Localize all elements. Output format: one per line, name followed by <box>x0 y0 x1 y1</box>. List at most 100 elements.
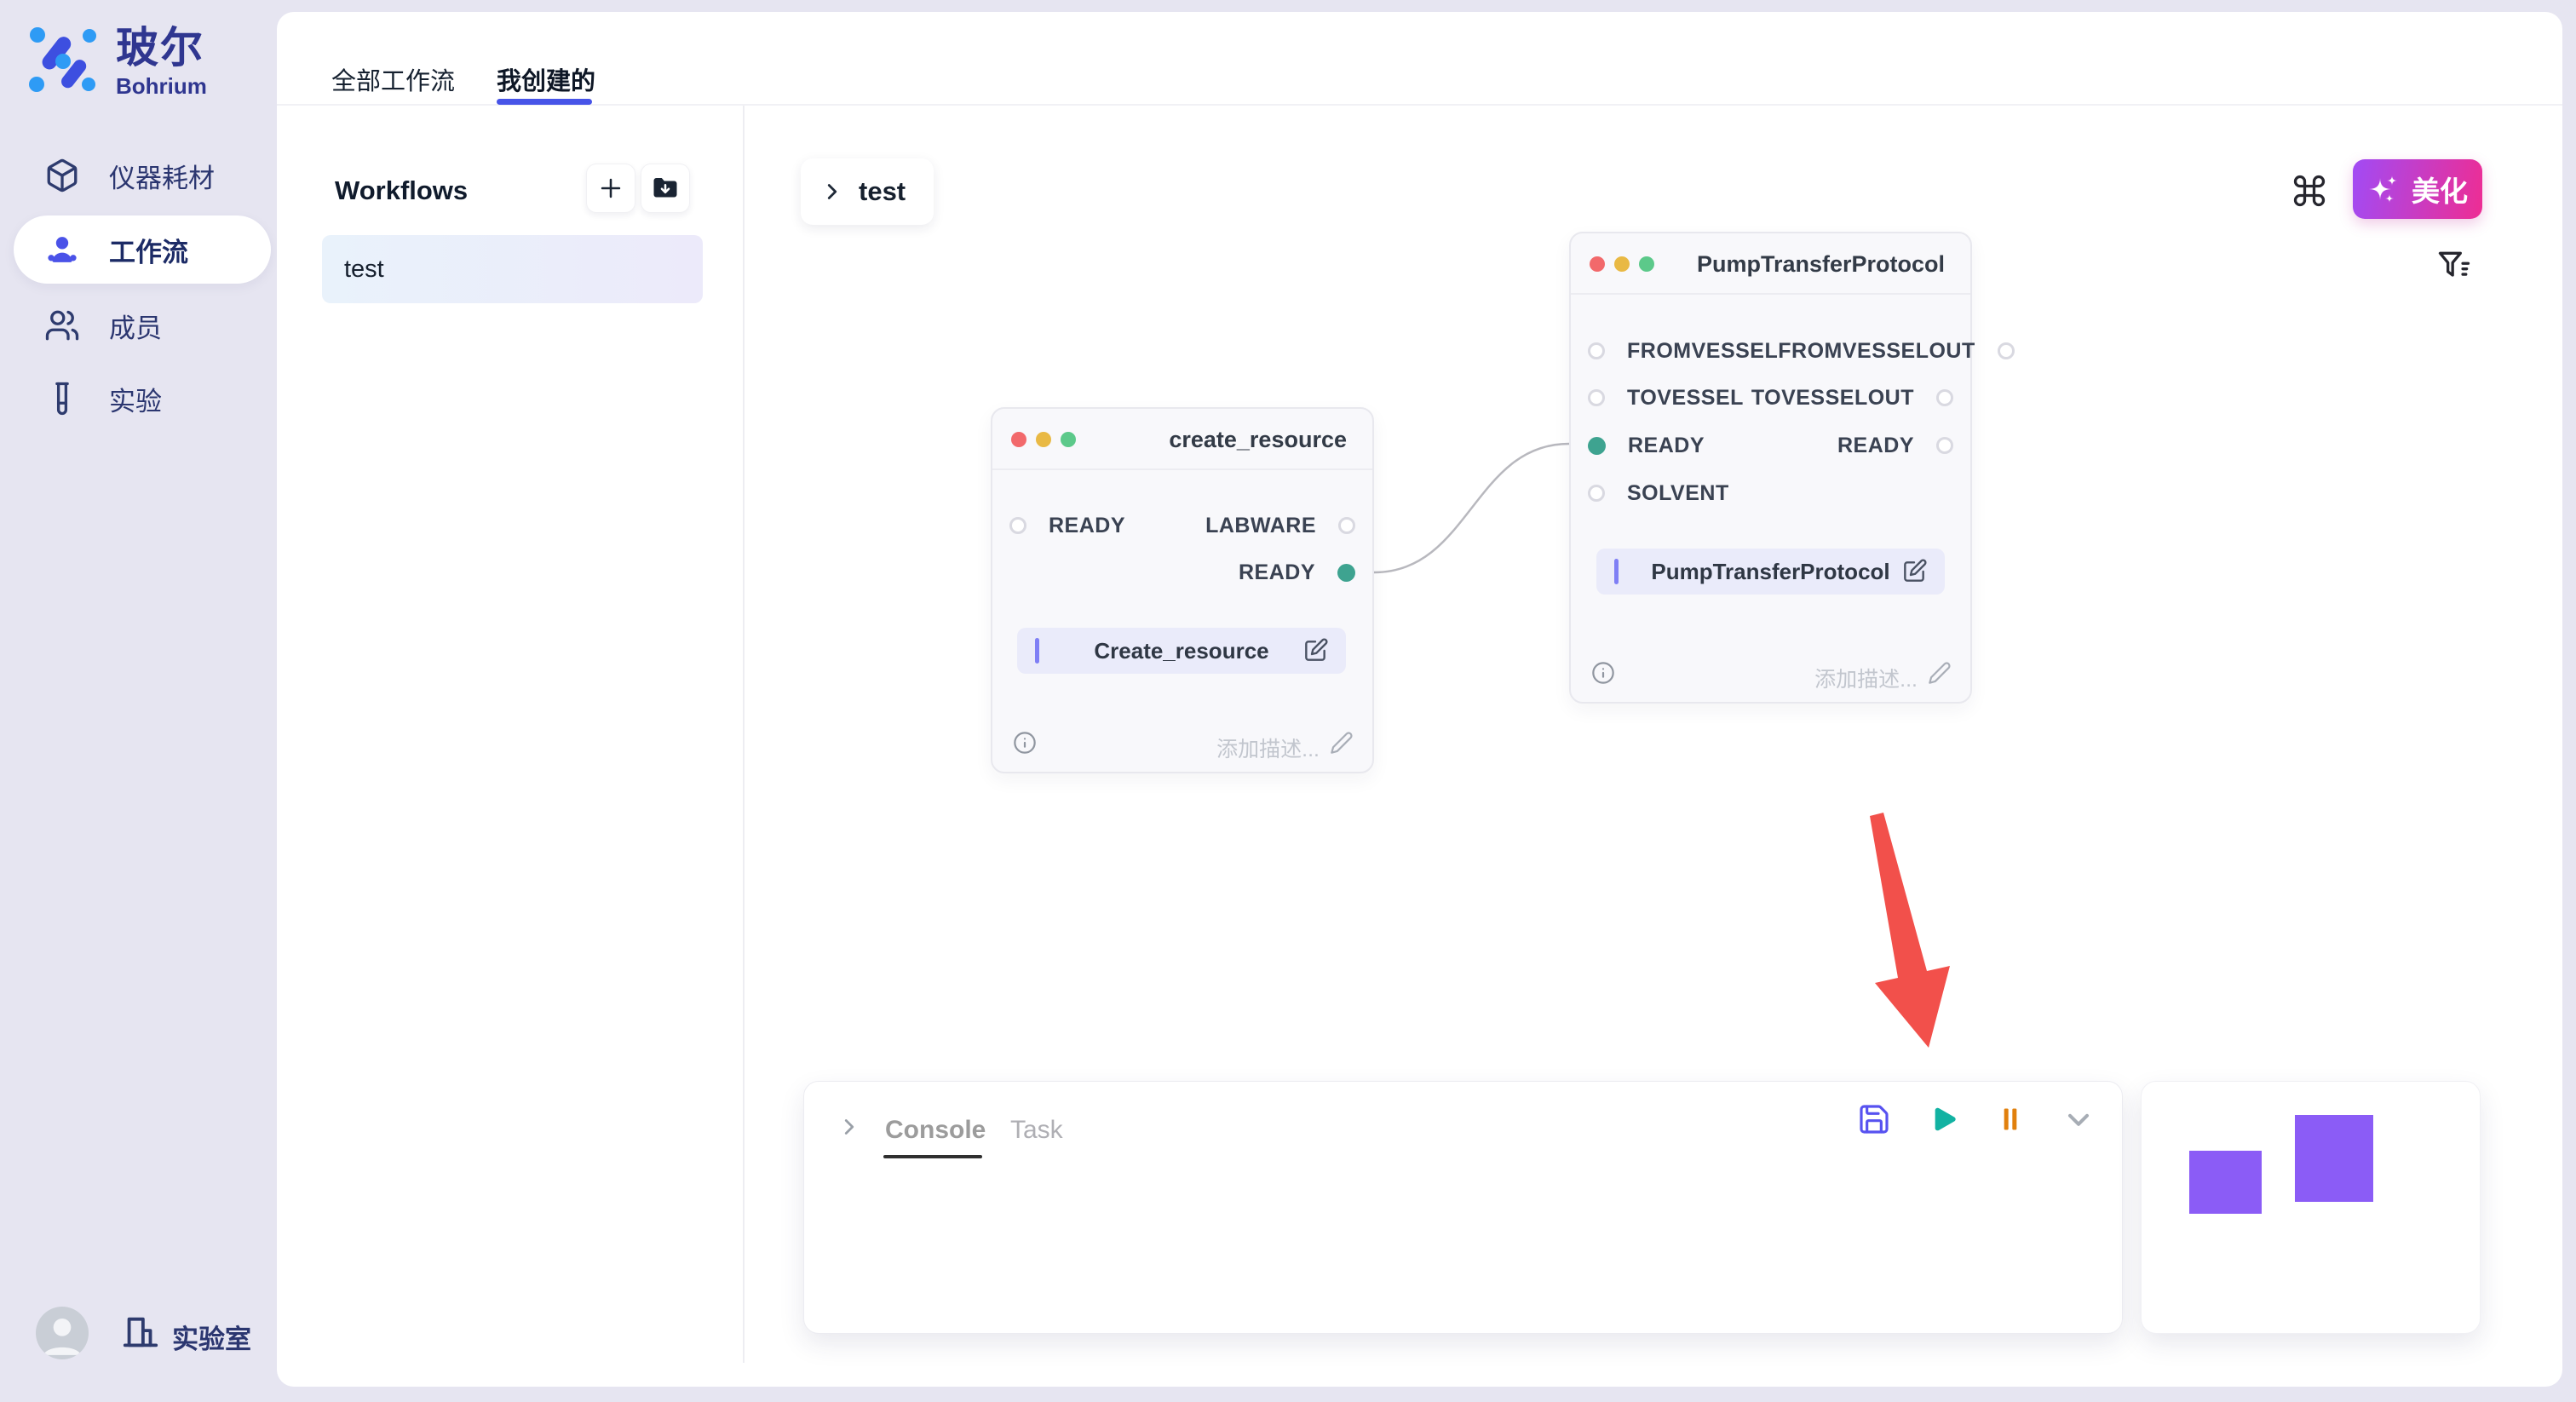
port-handle-icon[interactable] <box>1588 437 1606 455</box>
port-handle-icon[interactable] <box>1009 517 1026 534</box>
input-port-ready[interactable]: READY <box>1588 434 1705 458</box>
active-tab-underline <box>497 99 592 105</box>
description-placeholder[interactable]: 添加描述... <box>1814 663 1918 693</box>
workflow-list-item-test[interactable]: test <box>322 235 703 303</box>
bohrium-logo-icon <box>27 24 99 95</box>
output-port-labware[interactable]: LABWARE <box>1205 514 1355 538</box>
save-button[interactable] <box>1857 1102 1891 1136</box>
info-icon[interactable] <box>1591 661 1615 689</box>
minimap-node <box>2295 1115 2373 1202</box>
port-handle-icon[interactable] <box>1338 517 1355 534</box>
console-panel: Console Task <box>803 1081 2123 1334</box>
command-palette-button[interactable] <box>2291 172 2328 210</box>
workflow-item-name: test <box>344 256 384 284</box>
output-port-fromvesselout[interactable]: FROMVESSELOUT <box>1778 339 2015 364</box>
sidebar-item-label: 成员 <box>109 307 162 345</box>
port-label: TOVESSELOUT <box>1751 386 1914 411</box>
output-port-tovesselout[interactable]: TOVESSELOUT <box>1751 386 1953 411</box>
add-workflow-button[interactable] <box>586 164 635 213</box>
input-port-solvent[interactable]: SOLVENT <box>1588 481 1729 506</box>
save-icon <box>1857 1102 1891 1136</box>
node-header: create_resource <box>992 409 1372 470</box>
workflow-tabbar: 全部工作流 我创建的 <box>277 12 2562 106</box>
beautify-label: 美化 <box>2412 169 2468 210</box>
minimap-node <box>2189 1151 2262 1214</box>
sidebar: 玻尔 Bohrium 仪器耗材 工作流 <box>0 0 277 1402</box>
node-pump-transfer-protocol[interactable]: PumpTransferProtocol FROMVESSEL FROMVESS… <box>1569 232 1972 704</box>
sidebar-item-instruments[interactable]: 仪器耗材 <box>14 141 271 210</box>
tab-created-by-me[interactable]: 我创建的 <box>497 61 595 97</box>
node-action-pump-transfer[interactable]: PumpTransferProtocol <box>1596 549 1945 595</box>
workflow-list-panel: Workflows test <box>277 106 745 1363</box>
building-icon <box>121 1313 160 1357</box>
console-expand-chevron-icon[interactable] <box>837 1114 862 1144</box>
pause-button[interactable] <box>1993 1102 2027 1136</box>
sidebar-item-label: 工作流 <box>109 231 188 269</box>
node-footer: 添加描述... <box>992 719 1372 772</box>
main-content: 全部工作流 我创建的 Workflows test <box>277 12 2562 1387</box>
node-action-create-resource[interactable]: Create_resource <box>1017 628 1346 674</box>
workspace-label[interactable]: 实验室 <box>172 1318 251 1356</box>
import-folder-button[interactable] <box>641 164 690 213</box>
port-label: READY <box>1049 514 1125 538</box>
edit-icon[interactable] <box>1302 637 1329 669</box>
sidebar-footer: 实验室 <box>0 1307 277 1402</box>
port-handle-icon[interactable] <box>1588 342 1605 359</box>
chevron-right-icon <box>819 179 845 204</box>
text-caret <box>1614 559 1619 584</box>
sidebar-item-label: 仪器耗材 <box>109 157 215 195</box>
output-port-ready[interactable]: READY <box>1837 434 1953 458</box>
port-label: FROMVESSEL <box>1627 339 1778 364</box>
pause-icon <box>1993 1102 2027 1136</box>
red-annotation-arrow <box>1836 800 1989 1072</box>
brand-name: 玻尔 <box>116 24 207 72</box>
run-button[interactable] <box>1925 1102 1959 1136</box>
filter-button[interactable] <box>2435 247 2473 284</box>
port-handle-icon[interactable] <box>1998 342 2015 359</box>
port-handle-icon[interactable] <box>1936 437 1953 454</box>
traffic-dots-icon <box>1011 432 1076 447</box>
port-handle-icon[interactable] <box>1588 485 1605 502</box>
plus-icon <box>596 174 625 203</box>
port-label: READY <box>1628 434 1705 458</box>
sidebar-item-workflows[interactable]: 工作流 <box>14 215 271 284</box>
breadcrumb[interactable]: test <box>801 158 934 225</box>
edit-icon[interactable] <box>1900 558 1928 589</box>
chevron-down-icon <box>2061 1102 2096 1136</box>
workflow-people-icon <box>44 232 80 267</box>
node-header: PumpTransferProtocol <box>1571 233 1970 295</box>
port-handle-icon[interactable] <box>1337 564 1355 582</box>
node-title: create_resource <box>1169 409 1347 470</box>
node-action-label: PumpTransferProtocol <box>1596 559 1945 585</box>
pencil-icon[interactable] <box>1330 731 1354 759</box>
port-handle-icon[interactable] <box>1588 389 1605 406</box>
info-icon[interactable] <box>1013 731 1037 759</box>
output-port-ready[interactable]: READY <box>1239 560 1355 585</box>
collapse-button[interactable] <box>2061 1102 2096 1136</box>
brand: 玻尔 Bohrium <box>27 24 207 100</box>
console-tab[interactable]: Console <box>885 1116 986 1145</box>
input-port-ready[interactable]: READY <box>1009 514 1125 538</box>
breadcrumb-label: test <box>859 176 906 207</box>
node-create-resource[interactable]: create_resource READY LABWARE READY <box>991 407 1374 773</box>
sidebar-item-experiments[interactable]: 实验 <box>14 365 271 433</box>
minimap[interactable] <box>2141 1081 2481 1334</box>
tab-all-workflows[interactable]: 全部工作流 <box>331 61 455 97</box>
console-tab-underline <box>883 1155 982 1158</box>
user-avatar[interactable] <box>36 1307 89 1359</box>
text-caret <box>1035 638 1039 664</box>
task-tab[interactable]: Task <box>1010 1116 1063 1145</box>
sparkles-icon <box>2367 172 2401 206</box>
pencil-icon[interactable] <box>1928 661 1952 689</box>
package-icon <box>44 158 80 193</box>
bohrium-workflow-app: 玻尔 Bohrium 仪器耗材 工作流 <box>0 0 2576 1402</box>
description-placeholder[interactable]: 添加描述... <box>1216 733 1320 763</box>
port-handle-icon[interactable] <box>1936 389 1953 406</box>
input-port-fromvessel[interactable]: FROMVESSEL <box>1588 339 1778 364</box>
play-icon <box>1925 1102 1959 1136</box>
port-label: SOLVENT <box>1627 481 1729 506</box>
input-port-tovessel[interactable]: TOVESSEL <box>1588 386 1744 411</box>
sidebar-item-members[interactable]: 成员 <box>14 291 271 359</box>
beautify-button[interactable]: 美化 <box>2353 159 2482 219</box>
port-label: READY <box>1239 560 1315 585</box>
